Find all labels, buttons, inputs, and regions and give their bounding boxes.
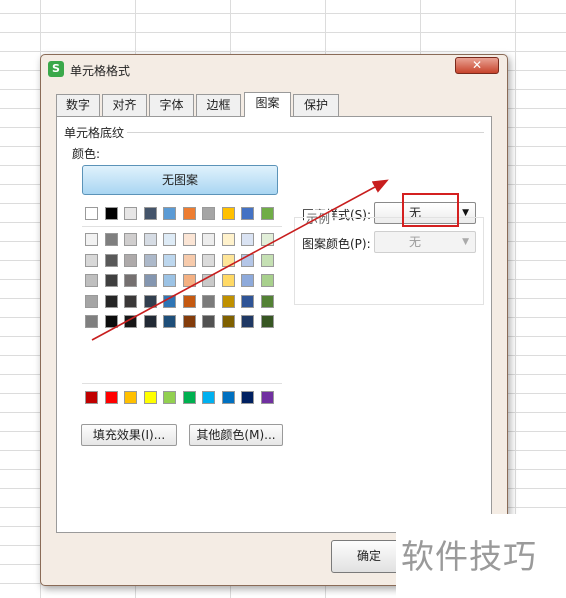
- tint-swatch-row1-3[interactable]: [124, 233, 137, 246]
- tint-swatch-row4-8[interactable]: [221, 294, 235, 308]
- tint-swatch-row3-5[interactable]: [163, 274, 176, 288]
- theme-color-swatch-10[interactable]: [260, 207, 274, 220]
- sample-label: 示例: [304, 210, 333, 227]
- tint-swatch-row2-4[interactable]: [143, 253, 157, 267]
- tint-swatch-row1-4[interactable]: [143, 233, 157, 246]
- tint-swatch-row1-5[interactable]: [163, 233, 176, 246]
- dialog-titlebar[interactable]: S 单元格格式 ✕: [41, 55, 507, 85]
- tab-font[interactable]: 字体: [149, 94, 194, 116]
- standard-color-swatch-6[interactable]: [182, 391, 196, 404]
- standard-color-swatch-10[interactable]: [260, 391, 274, 404]
- tint-swatch-row1-6[interactable]: [182, 233, 196, 246]
- tint-swatch-row4-10[interactable]: [260, 294, 274, 308]
- theme-color-swatch-7[interactable]: [202, 207, 215, 220]
- wps-app-icon: S: [48, 61, 64, 77]
- tint-swatch-row5-3[interactable]: [124, 315, 137, 329]
- standard-color-swatch-2[interactable]: [104, 391, 118, 404]
- tint-swatch-row5-6[interactable]: [182, 315, 196, 329]
- theme-color-swatch-2[interactable]: [104, 207, 118, 220]
- tint-swatch-row5-7[interactable]: [202, 315, 215, 329]
- tab-protection[interactable]: 保护: [293, 94, 339, 116]
- tint-swatch-row1-1[interactable]: [85, 233, 98, 246]
- theme-color-swatch-8[interactable]: [221, 207, 235, 220]
- tint-swatch-row2-9[interactable]: [241, 253, 254, 267]
- more-colors-button[interactable]: 其他颜色(M)...: [189, 424, 283, 446]
- fill-effects-button[interactable]: 填充效果(I)...: [81, 424, 177, 446]
- tint-swatch-row2-8[interactable]: [221, 253, 235, 267]
- standard-color-swatch-4[interactable]: [143, 391, 157, 404]
- tint-swatch-row3-7[interactable]: [202, 274, 215, 288]
- tint-swatch-row5-4[interactable]: [143, 315, 157, 329]
- tab-pattern[interactable]: 图案: [244, 92, 291, 117]
- standard-color-swatch-7[interactable]: [202, 391, 215, 404]
- standard-color-swatch-1[interactable]: [85, 391, 98, 404]
- tint-swatch-row3-10[interactable]: [260, 274, 274, 288]
- tint-swatch-row5-5[interactable]: [163, 315, 176, 329]
- tint-swatch-row4-3[interactable]: [124, 294, 137, 308]
- standard-color-swatch-9[interactable]: [241, 391, 254, 404]
- tint-swatch-row4-9[interactable]: [241, 294, 254, 308]
- tint-swatch-row2-5[interactable]: [163, 253, 176, 267]
- group-divider: [65, 132, 484, 133]
- sample-preview: [294, 217, 484, 305]
- standard-color-swatch-3[interactable]: [124, 391, 137, 404]
- tint-swatch-row3-3[interactable]: [124, 274, 137, 288]
- tint-swatch-row5-2[interactable]: [104, 315, 118, 329]
- tint-swatch-row5-8[interactable]: [221, 315, 235, 329]
- watermark-text: 软件技巧: [401, 537, 537, 576]
- tint-swatch-row4-4[interactable]: [143, 294, 157, 308]
- tint-swatch-row5-1[interactable]: [85, 315, 98, 329]
- tint-swatch-row3-1[interactable]: [85, 274, 98, 288]
- tint-swatch-row5-10[interactable]: [260, 315, 274, 329]
- tint-swatch-row4-2[interactable]: [104, 294, 118, 308]
- cell-shading-group-label: 单元格底纹: [64, 124, 128, 141]
- tint-swatch-row4-7[interactable]: [202, 294, 215, 308]
- theme-color-swatch-5[interactable]: [163, 207, 176, 220]
- theme-color-swatch-1[interactable]: [85, 207, 98, 220]
- close-button[interactable]: ✕: [455, 57, 499, 74]
- tint-swatch-row4-6[interactable]: [182, 294, 196, 308]
- tint-swatch-row2-1[interactable]: [85, 253, 98, 267]
- no-pattern-button[interactable]: 无图案: [82, 165, 278, 195]
- tint-swatch-row1-10[interactable]: [260, 233, 274, 246]
- tint-swatch-row3-2[interactable]: [104, 274, 118, 288]
- tint-swatch-row2-3[interactable]: [124, 253, 137, 267]
- theme-color-swatch-9[interactable]: [241, 207, 254, 220]
- palette-separator: [82, 226, 282, 227]
- dialog-title: 单元格格式: [70, 64, 131, 78]
- tint-swatch-row1-7[interactable]: [202, 233, 215, 246]
- pattern-panel: 单元格底纹 颜色: 无图案 填充效果(I)... 其他颜色(M)... 图案样式…: [56, 116, 492, 533]
- tint-swatch-row1-2[interactable]: [104, 233, 118, 246]
- tint-swatch-row2-6[interactable]: [182, 253, 196, 267]
- tab-alignment[interactable]: 对齐: [102, 94, 147, 116]
- theme-color-swatch-4[interactable]: [143, 207, 157, 220]
- tint-swatch-row4-5[interactable]: [163, 294, 176, 308]
- tint-swatch-row3-6[interactable]: [182, 274, 196, 288]
- theme-color-swatch-6[interactable]: [182, 207, 196, 220]
- tint-swatch-row1-8[interactable]: [221, 233, 235, 246]
- tint-swatch-row4-1[interactable]: [85, 294, 98, 308]
- color-label: 颜色:: [72, 147, 101, 161]
- tint-swatch-row2-10[interactable]: [260, 253, 274, 267]
- standard-color-swatch-5[interactable]: [163, 391, 176, 404]
- tint-swatch-row2-7[interactable]: [202, 253, 215, 267]
- theme-color-swatch-3[interactable]: [124, 207, 137, 220]
- tab-number[interactable]: 数字: [56, 94, 100, 116]
- tint-swatch-row5-9[interactable]: [241, 315, 254, 329]
- tab-border[interactable]: 边框: [196, 94, 241, 116]
- tint-swatch-row2-2[interactable]: [104, 253, 118, 267]
- tint-swatch-row3-8[interactable]: [221, 274, 235, 288]
- palette-separator: [82, 383, 282, 384]
- tint-swatch-row3-9[interactable]: [241, 274, 254, 288]
- standard-color-swatch-8[interactable]: [221, 391, 235, 404]
- format-cells-dialog: S 单元格格式 ✕ 数字 对齐 字体 边框 图案 保护 单元格底纹 颜色: 无图…: [40, 54, 508, 586]
- tint-swatch-row3-4[interactable]: [143, 274, 157, 288]
- tint-swatch-row1-9[interactable]: [241, 233, 254, 246]
